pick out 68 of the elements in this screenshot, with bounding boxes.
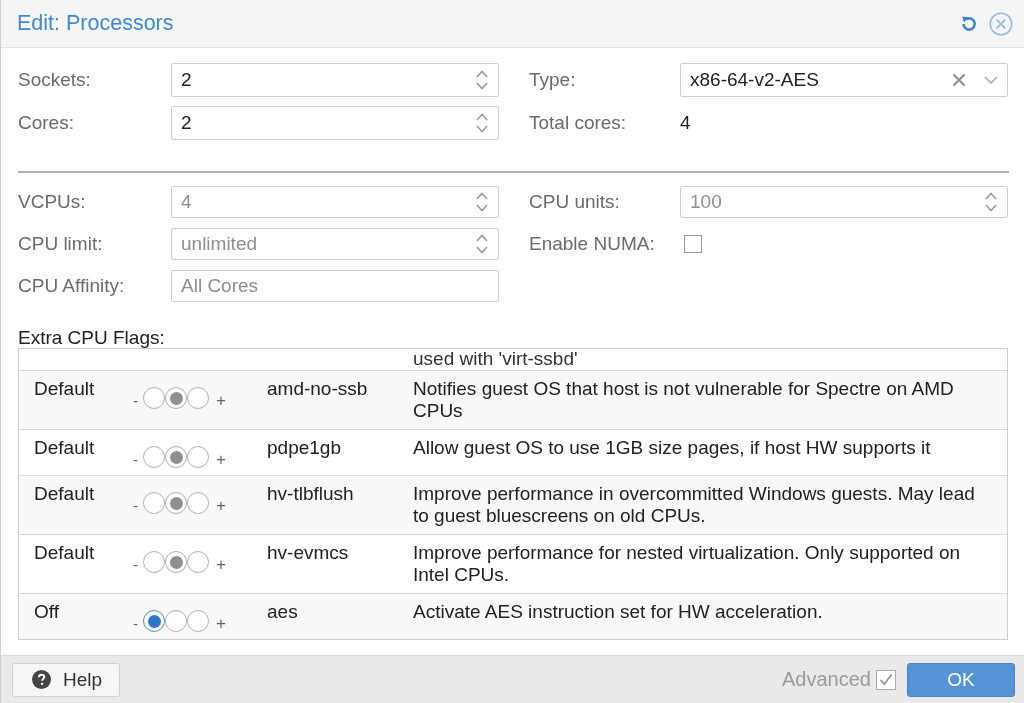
table-cell: hv-evmcs [267,542,349,564]
plus-label: + [216,615,226,632]
field-label: CPU Affinity: [18,275,126,297]
checkbox[interactable] [684,235,702,253]
table-cell: used with 'virt-ssbd' [413,349,578,369]
plus-label: + [216,497,226,514]
table-cell-text: Improve performance for nested virtualization. Only supported on Intel CPUs. [413,542,962,586]
radio-button[interactable] [165,551,187,573]
radio-button[interactable] [187,387,209,409]
field-label: CPU units: [529,191,621,213]
section-label: Extra CPU Flags: [18,328,166,348]
type-combo-box[interactable]: x86-64-v2-AES [680,63,1008,97]
table-cell: Activate AES instruction set for HW acceleration. [413,601,823,623]
radio-button[interactable] [187,610,209,632]
field-value: 4 [680,112,691,134]
table-cell-text: Notifies guest OS that host is not vulnerable for Spectre on AMD CPUs [413,378,955,422]
table-cell: Default [34,378,95,400]
number-field[interactable]: 100 [680,186,1008,218]
plus-label: + [216,556,226,573]
field-label: Type: [529,69,577,91]
field-label: Enable NUMA: [529,233,656,255]
table-cell: aes [267,601,298,623]
table-cell: Default [34,437,95,459]
table-cell: pdpe1gb [267,437,341,459]
table-cell: Off [34,601,59,623]
radio-button[interactable] [143,446,165,468]
radio-button[interactable] [187,551,209,573]
advanced-label: Advanced [782,668,871,691]
plus-label: + [216,392,226,409]
text-field[interactable]: All Cores [171,270,499,302]
minus-label: - [133,615,138,632]
radio-button[interactable] [143,387,165,409]
radio-button[interactable] [187,446,209,468]
radio-button[interactable] [143,492,165,514]
clear-icon[interactable] [952,73,966,87]
checkbox[interactable] [876,669,896,690]
radio-button[interactable] [187,492,209,514]
help-icon [32,670,51,689]
radio-button[interactable] [165,446,187,468]
field-label: VCPUs: [18,191,87,213]
radio-button[interactable] [165,492,187,514]
number-field[interactable]: 4 [171,186,499,218]
number-field[interactable]: unlimited [171,228,499,260]
table-cell: amd-no-ssb [267,378,368,400]
number-field[interactable]: 2 [171,63,499,97]
radio-button[interactable] [165,387,187,409]
minus-label: - [133,392,138,409]
table-cell: hv-tlbflush [267,483,354,505]
minus-label: - [133,556,138,573]
table-cell: Default [34,542,95,564]
table-cell-text: Improve performance in overcommitted Windows guests. May lead to guest bluescreens on old CPUs. [413,483,976,527]
table-cell: Default [34,483,95,505]
plus-label: + [216,451,226,468]
number-field[interactable]: 2 [171,106,499,140]
field-label: CPU limit: [18,233,104,255]
minus-label: - [133,497,138,514]
help-button[interactable]: Help [12,662,120,697]
chevron-down-icon[interactable] [984,76,998,84]
field-label: Total cores: [529,112,628,134]
minus-label: - [133,451,138,468]
table-cell: Allow guest OS to use 1GB size pages, if host HW supports it [413,437,931,459]
dialog-title: Edit: Processors [17,11,175,36]
radio-button[interactable] [165,610,187,632]
field-label: Sockets: [18,69,92,91]
field-label: Cores: [18,112,75,134]
radio-button[interactable] [143,610,165,632]
close-icon[interactable] [989,11,1013,36]
radio-button[interactable] [143,551,165,573]
